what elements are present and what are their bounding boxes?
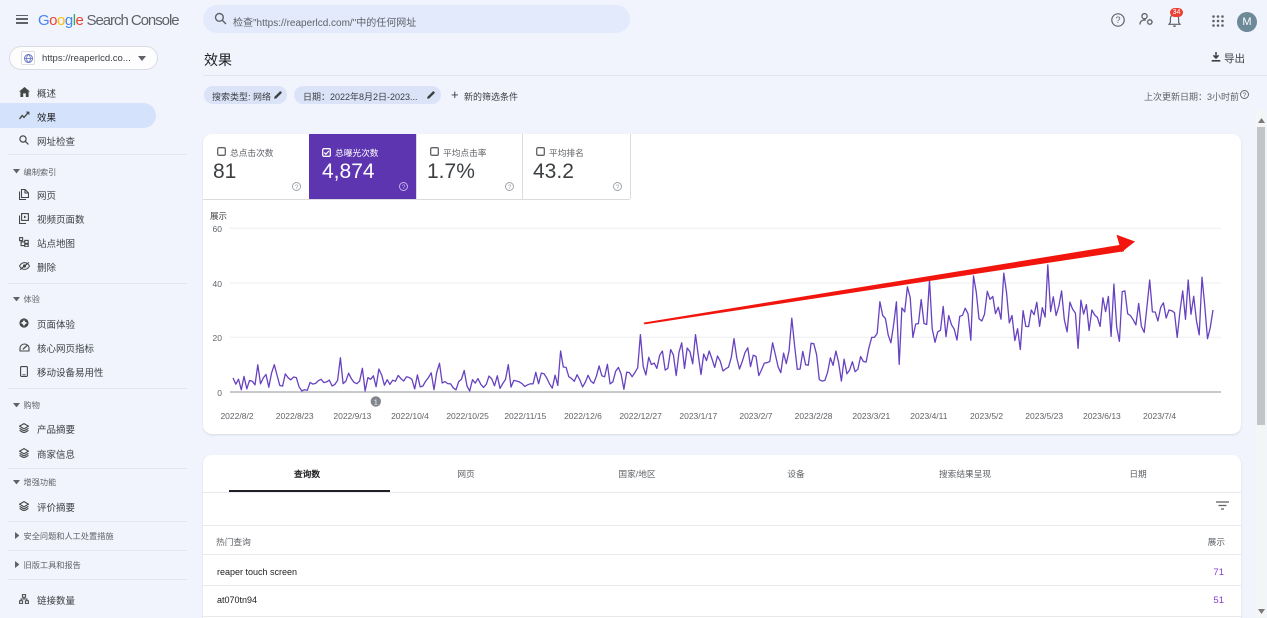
svg-text:?: ? bbox=[1243, 91, 1247, 98]
svg-text:?: ? bbox=[295, 184, 299, 191]
svg-text:?: ? bbox=[1115, 15, 1120, 25]
svg-text:?: ? bbox=[508, 184, 512, 191]
svg-text:?: ? bbox=[616, 184, 620, 191]
svg-text:?: ? bbox=[402, 184, 406, 191]
svg-text:1: 1 bbox=[374, 399, 378, 406]
